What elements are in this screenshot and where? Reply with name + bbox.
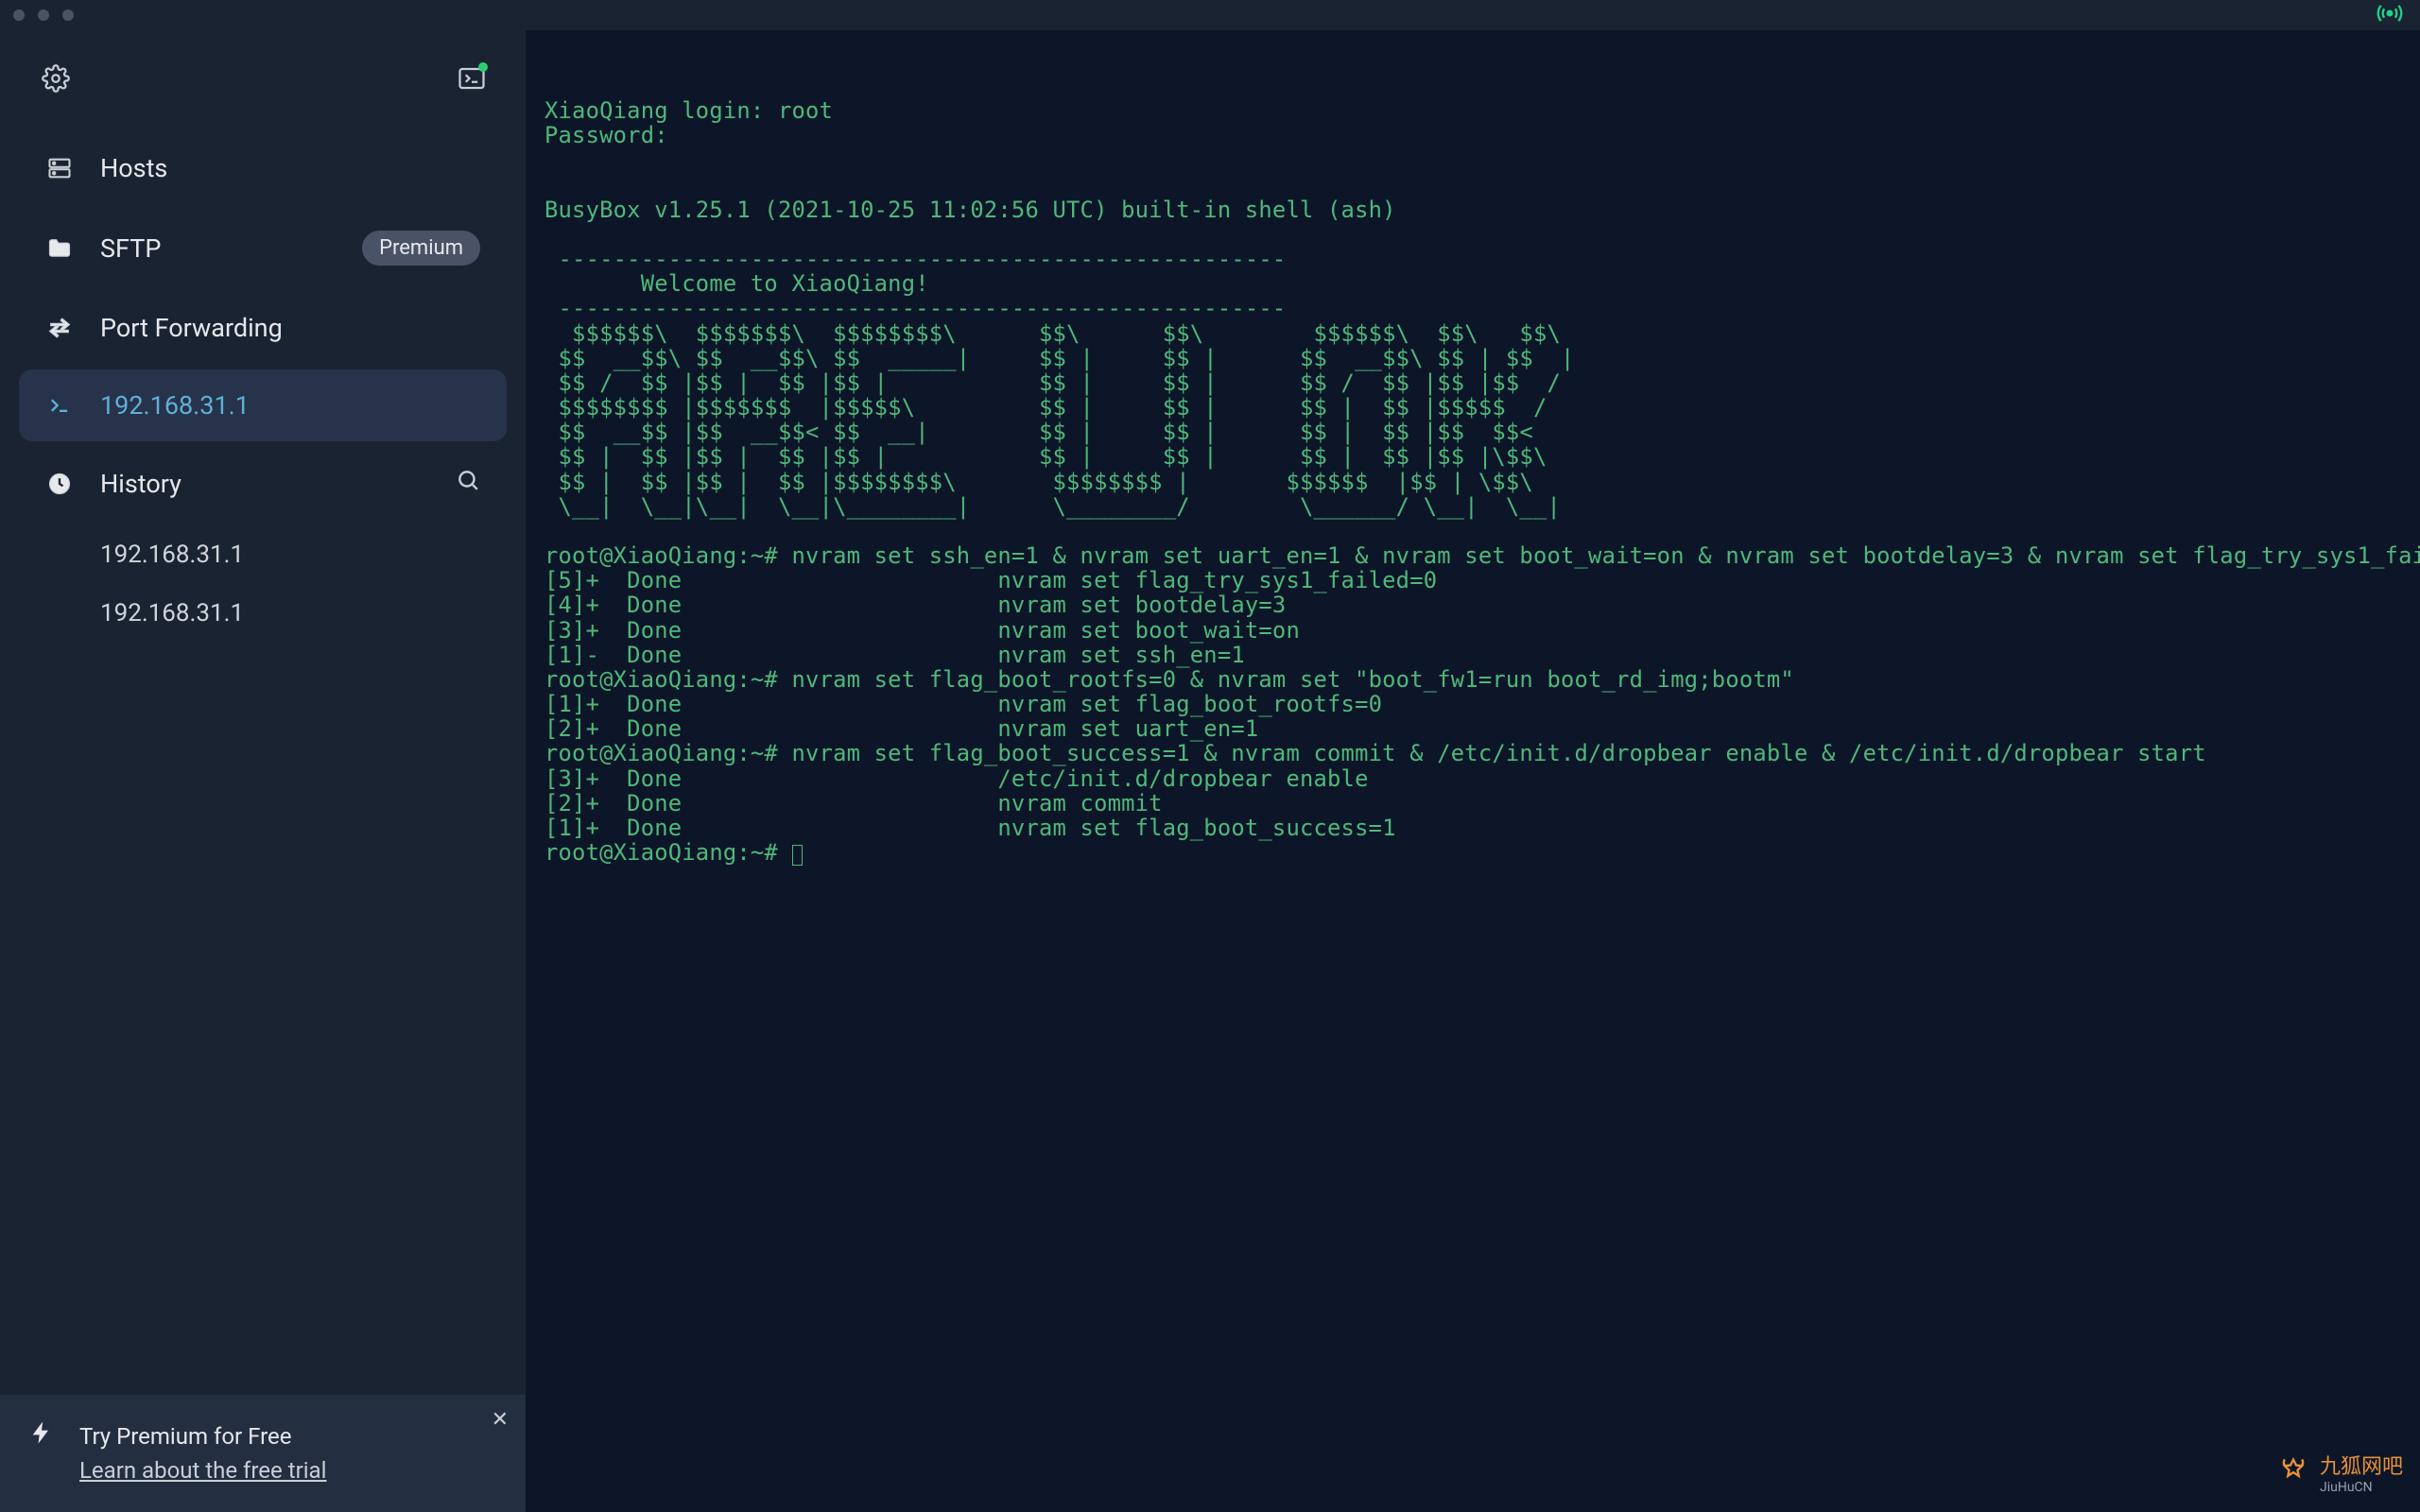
window-controls — [13, 9, 74, 21]
terminal-pane[interactable]: XiaoQiang login: root Password: BusyBox … — [526, 30, 2420, 1512]
maximize-window-button[interactable] — [62, 9, 74, 21]
app-window: Hosts SFTP Premium — [0, 0, 2420, 1512]
server-icon — [45, 155, 74, 181]
new-terminal-icon[interactable] — [458, 64, 486, 96]
folder-icon — [45, 235, 74, 262]
nav-label: SFTP — [100, 233, 336, 264]
banner-link[interactable]: Learn about the free trial — [79, 1457, 326, 1484]
close-icon[interactable]: ✕ — [492, 1408, 509, 1432]
nav-label: Port Forwarding — [100, 313, 480, 343]
clock-icon — [45, 471, 74, 497]
gear-icon[interactable] — [42, 64, 70, 96]
watermark-sub: JiuHuCN — [2320, 1480, 2403, 1495]
watermark: 九狐网吧 JiuHuCN — [2276, 1450, 2403, 1495]
sidebar-item-hosts[interactable]: Hosts — [19, 132, 507, 204]
search-icon[interactable] — [456, 468, 480, 499]
history-item[interactable]: 192.168.31.1 — [19, 525, 507, 584]
nav-label: 192.168.31.1 — [100, 390, 480, 421]
nav-label: History — [100, 469, 429, 499]
banner-title: Try Premium for Free — [79, 1419, 326, 1453]
terminal-output: XiaoQiang login: root Password: BusyBox … — [544, 98, 2401, 866]
history-list: 192.168.31.1 192.168.31.1 — [0, 520, 526, 643]
bolt-icon — [28, 1419, 55, 1450]
premium-badge: Premium — [362, 231, 480, 266]
broadcast-icon[interactable] — [2377, 0, 2403, 31]
terminal-icon — [45, 392, 74, 419]
sidebar-item-sftp[interactable]: SFTP Premium — [19, 210, 507, 286]
premium-banner: Try Premium for Free Learn about the fre… — [0, 1395, 526, 1512]
titlebar — [0, 0, 2420, 30]
sidebar-item-session[interactable]: 192.168.31.1 — [19, 369, 507, 441]
sidebar-nav: Hosts SFTP Premium — [0, 113, 526, 520]
minimize-window-button[interactable] — [38, 9, 49, 21]
arrows-icon — [45, 315, 74, 341]
nav-label: Hosts — [100, 153, 480, 183]
sidebar-item-history[interactable]: History — [19, 447, 507, 520]
sidebar: Hosts SFTP Premium — [0, 30, 526, 1512]
close-window-button[interactable] — [13, 9, 25, 21]
watermark-text: 九狐网吧 — [2320, 1455, 2403, 1479]
notification-dot — [478, 62, 488, 72]
sidebar-item-port-forwarding[interactable]: Port Forwarding — [19, 292, 507, 364]
history-item[interactable]: 192.168.31.1 — [19, 584, 507, 643]
